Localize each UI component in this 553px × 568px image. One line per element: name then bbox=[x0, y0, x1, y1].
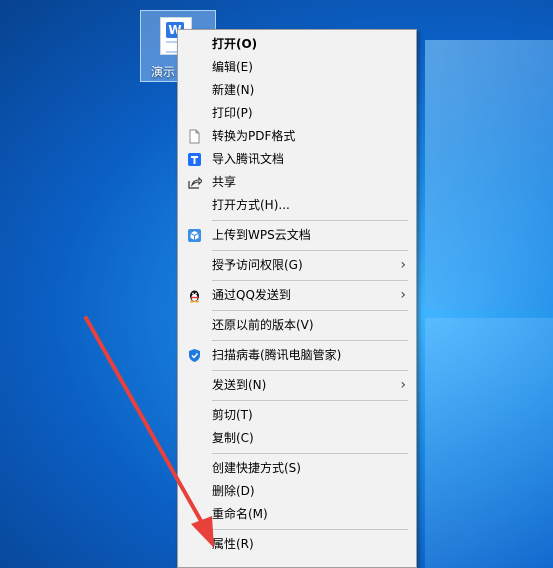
menu-item-share[interactable]: 共享 bbox=[178, 171, 416, 194]
menu-item-open-with[interactable]: 打开方式(H)... bbox=[178, 194, 416, 217]
menu-item-delete[interactable]: 删除(D) bbox=[178, 480, 416, 503]
menu-separator bbox=[212, 280, 408, 281]
menu-item-rename[interactable]: 重命名(M) bbox=[178, 503, 416, 526]
menu-item-edit[interactable]: 编辑(E) bbox=[178, 56, 416, 79]
menu-item-copy[interactable]: 复制(C) bbox=[178, 427, 416, 450]
menu-item-import-tencent-docs[interactable]: 导入腾讯文档 bbox=[178, 148, 416, 171]
wps-cloud-icon bbox=[188, 229, 201, 242]
menu-item-upload-wps[interactable]: 上传到WPS云文档 bbox=[178, 224, 416, 247]
menu-separator bbox=[212, 220, 408, 221]
menu-separator bbox=[212, 453, 408, 454]
menu-item-print[interactable]: 打印(P) bbox=[178, 102, 416, 125]
qq-penguin-icon bbox=[190, 290, 199, 303]
menu-item-give-access[interactable]: 授予访问权限(G) › bbox=[178, 254, 416, 277]
desktop-file-label: 演示 bbox=[151, 65, 176, 79]
menu-item-open[interactable]: 打开(O) bbox=[178, 33, 416, 56]
menu-item-properties[interactable]: 属性(R) bbox=[178, 533, 416, 556]
chevron-right-icon: › bbox=[400, 287, 406, 303]
menu-separator bbox=[212, 370, 408, 371]
menu-item-send-to[interactable]: 发送到(N) › bbox=[178, 374, 416, 397]
menu-item-new[interactable]: 新建(N) bbox=[178, 79, 416, 102]
shield-icon bbox=[189, 349, 200, 362]
pdf-page-icon bbox=[189, 129, 200, 144]
menu-separator bbox=[212, 340, 408, 341]
wallpaper-pane-lower bbox=[425, 318, 553, 568]
wallpaper-pane-upper bbox=[425, 40, 553, 310]
share-icon bbox=[188, 176, 202, 189]
chevron-right-icon: › bbox=[400, 377, 406, 393]
menu-item-cut[interactable]: 剪切(T) bbox=[178, 404, 416, 427]
context-menu: 打开(O) 编辑(E) 新建(N) 打印(P) 转换为PDF格式 导入腾讯文档 … bbox=[177, 29, 417, 568]
chevron-right-icon: › bbox=[400, 257, 406, 273]
menu-separator bbox=[212, 250, 408, 251]
menu-item-scan-virus[interactable]: 扫描病毒(腾讯电脑管家) bbox=[178, 344, 416, 367]
menu-separator bbox=[212, 400, 408, 401]
menu-item-restore-versions[interactable]: 还原以前的版本(V) bbox=[178, 314, 416, 337]
tencent-docs-icon bbox=[188, 153, 201, 166]
menu-separator bbox=[212, 529, 408, 530]
menu-item-send-via-qq[interactable]: 通过QQ发送到 › bbox=[178, 284, 416, 307]
menu-item-convert-pdf[interactable]: 转换为PDF格式 bbox=[178, 125, 416, 148]
menu-item-create-shortcut[interactable]: 创建快捷方式(S) bbox=[178, 457, 416, 480]
menu-separator bbox=[212, 310, 408, 311]
